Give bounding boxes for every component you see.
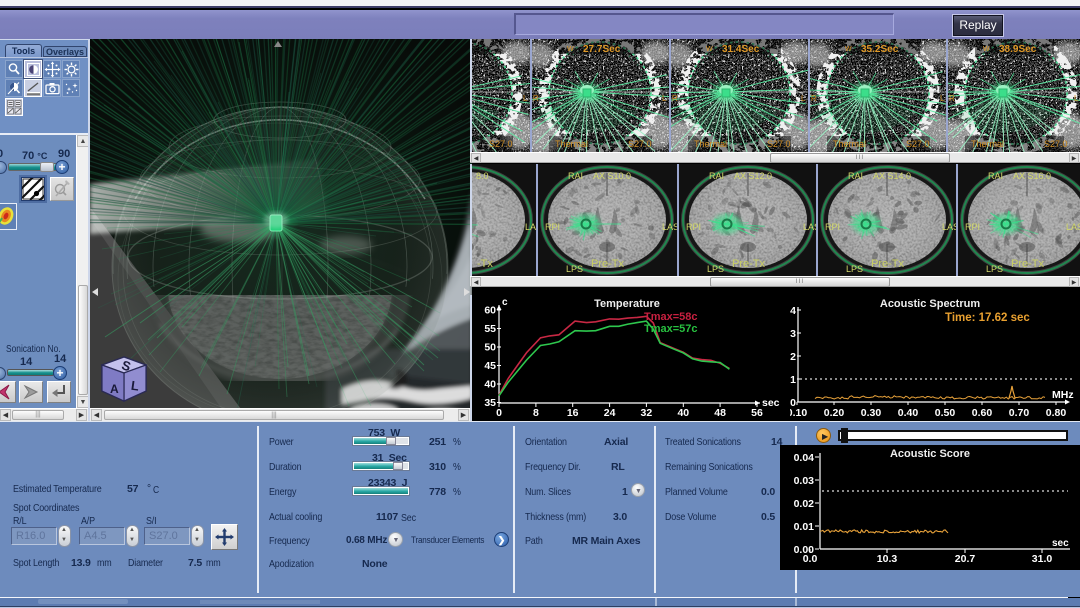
svg-text:24: 24 — [604, 407, 616, 419]
svg-text:Pre-Tx: Pre-Tx — [871, 258, 905, 270]
svg-text:60: 60 — [484, 305, 496, 317]
svg-text:0.04: 0.04 — [794, 452, 815, 464]
svg-text:S27.0: S27.0 — [767, 139, 791, 149]
svg-text:Thermal: Thermal — [694, 139, 727, 149]
svg-text:R: R — [811, 94, 817, 103]
svg-text:32: 32 — [641, 407, 653, 419]
svg-text:8: 8 — [533, 407, 539, 419]
svg-text:Thermal: Thermal — [555, 139, 588, 149]
svg-text:Acoustic Score: Acoustic Score — [890, 448, 970, 460]
svg-text:AX S10.0: AX S10.0 — [593, 171, 631, 181]
svg-text:sec: sec — [1052, 538, 1069, 549]
svg-text:Pre-Tx: Pre-Tx — [591, 258, 625, 270]
svg-text:16: 16 — [567, 407, 579, 419]
svg-text:10.3: 10.3 — [877, 553, 898, 565]
svg-text:0.0: 0.0 — [803, 553, 818, 565]
svg-text:S27.0: S27.0 — [1044, 139, 1068, 149]
svg-text:27.7Sec: 27.7Sec — [583, 44, 621, 55]
svg-text:0: 0 — [790, 397, 796, 409]
svg-text:W: W — [706, 46, 713, 53]
svg-text:20.7: 20.7 — [955, 553, 976, 565]
svg-text:R: R — [533, 94, 539, 103]
svg-text:0.01: 0.01 — [794, 521, 815, 533]
svg-text:-Tx: -Tx — [477, 258, 493, 270]
svg-text:35: 35 — [484, 397, 496, 409]
svg-text:0.70: 0.70 — [1009, 407, 1030, 419]
svg-text:0.30: 0.30 — [861, 407, 882, 419]
svg-text:LPS: LPS — [707, 264, 724, 274]
svg-text:3: 3 — [790, 328, 796, 340]
svg-text:0.80: 0.80 — [1046, 407, 1067, 419]
svg-text:L: L — [1074, 94, 1079, 103]
svg-text:RAI: RAI — [848, 171, 863, 181]
svg-text:0.02: 0.02 — [794, 498, 815, 510]
svg-text:RAI: RAI — [988, 171, 1003, 181]
svg-text:LPS: LPS — [566, 264, 583, 274]
svg-text:L: L — [662, 94, 667, 103]
svg-text:0.60: 0.60 — [972, 407, 993, 419]
svg-text:AX S16.0: AX S16.0 — [1013, 171, 1051, 181]
svg-text:Thermal: Thermal — [833, 139, 866, 149]
svg-text:40: 40 — [484, 379, 496, 391]
svg-text:Tmax=57c: Tmax=57c — [644, 323, 698, 335]
svg-text:0.40: 0.40 — [898, 407, 919, 419]
svg-text:L: L — [523, 94, 528, 103]
svg-text:31.4Sec: 31.4Sec — [722, 44, 760, 55]
svg-text:S27.0: S27.0 — [906, 139, 930, 149]
svg-text:L: L — [940, 94, 945, 103]
svg-text:0: 0 — [496, 407, 502, 419]
svg-text:Temperature: Temperature — [594, 298, 660, 310]
svg-text:S27.0: S27.0 — [628, 139, 652, 149]
svg-text:W: W — [845, 46, 852, 53]
svg-text:A: A — [110, 382, 119, 396]
svg-text:S27.0: S27.0 — [489, 139, 513, 149]
svg-text:RPI: RPI — [686, 222, 701, 232]
svg-text:RPI: RPI — [545, 222, 560, 232]
svg-text:LAS: LAS — [1066, 222, 1080, 232]
svg-text:RPI: RPI — [965, 222, 980, 232]
svg-text:L: L — [801, 94, 806, 103]
svg-text:0.20: 0.20 — [824, 407, 845, 419]
svg-text:4: 4 — [790, 305, 796, 317]
svg-text:Pre-Tx: Pre-Tx — [732, 258, 766, 270]
svg-text:W: W — [983, 46, 990, 53]
svg-text:40: 40 — [677, 407, 689, 419]
svg-text:Acoustic Spectrum: Acoustic Spectrum — [880, 298, 980, 310]
svg-text:W: W — [567, 46, 574, 53]
svg-text:LAS: LAS — [662, 222, 679, 232]
svg-text:50: 50 — [484, 342, 496, 354]
svg-text:Thermal: Thermal — [971, 139, 1004, 149]
svg-text:31.0: 31.0 — [1032, 553, 1053, 565]
svg-text:0.50: 0.50 — [935, 407, 956, 419]
svg-text:R: R — [672, 94, 678, 103]
svg-text:Pre-Tx: Pre-Tx — [1011, 258, 1045, 270]
svg-text:RAI: RAI — [709, 171, 724, 181]
svg-text:R: R — [949, 94, 955, 103]
svg-text:38.9Sec: 38.9Sec — [999, 44, 1037, 55]
svg-text:Time: 17.62 sec: Time: 17.62 sec — [945, 312, 1030, 324]
svg-text:RAI: RAI — [568, 171, 583, 181]
svg-text:0.03: 0.03 — [794, 475, 815, 487]
svg-text:RPI: RPI — [825, 222, 840, 232]
svg-text:LPS: LPS — [986, 264, 1003, 274]
svg-text:sec: sec — [762, 397, 780, 409]
svg-text:35.2Sec: 35.2Sec — [861, 44, 899, 55]
svg-text:LPS: LPS — [846, 264, 863, 274]
svg-text:2: 2 — [790, 351, 796, 363]
svg-text:AX S14.0: AX S14.0 — [873, 171, 911, 181]
svg-text:45: 45 — [484, 360, 496, 372]
svg-text:AX S12.0: AX S12.0 — [734, 171, 772, 181]
svg-text:48: 48 — [714, 407, 726, 419]
svg-text:c: c — [502, 297, 508, 308]
svg-text:Tmax=58c: Tmax=58c — [644, 311, 698, 323]
svg-text:55: 55 — [484, 323, 496, 335]
svg-text:8.0: 8.0 — [476, 171, 489, 181]
svg-text:1: 1 — [790, 374, 796, 386]
svg-text:MHz: MHz — [1052, 389, 1074, 401]
